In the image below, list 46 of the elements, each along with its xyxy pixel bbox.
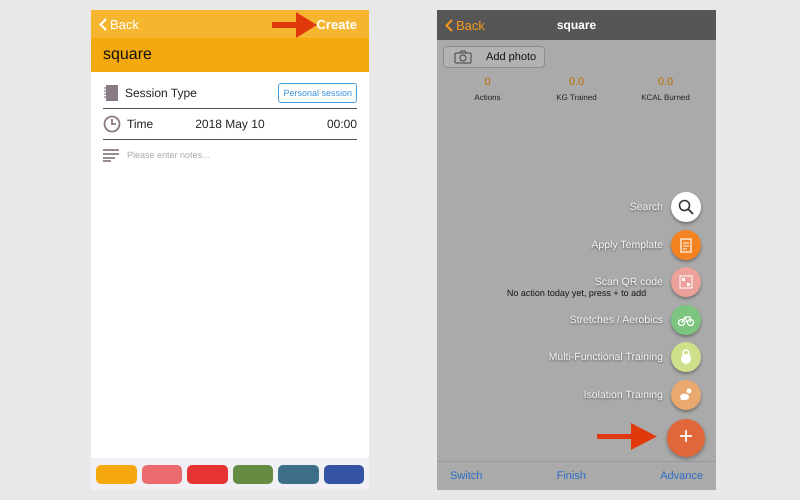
qr-code-icon (677, 273, 695, 291)
menu-action-button[interactable] (671, 192, 701, 222)
notebook-icon (103, 84, 119, 102)
stat-value: 0.0 (658, 76, 674, 88)
page-title: square (103, 46, 152, 64)
camera-icon (454, 50, 472, 64)
add-photo-button[interactable]: Add photo (443, 46, 546, 68)
notes-field[interactable]: Please enter notes... (125, 149, 357, 161)
date-value[interactable]: 2018 May 10 (195, 117, 265, 131)
session-type-label: Session Type (125, 86, 197, 100)
time-value[interactable]: 00:00 (326, 117, 357, 131)
annotation-arrow (272, 12, 317, 38)
back-button[interactable]: Back (445, 18, 485, 32)
menu-label[interactable]: Apply Template (591, 238, 663, 250)
stat-label: KCAL Burned (641, 93, 690, 102)
clock-icon (103, 115, 121, 133)
menu-label[interactable]: Scan QR code (594, 276, 663, 288)
notes-icon (103, 148, 119, 162)
time-label: Time (127, 117, 154, 131)
toolbar-button[interactable]: Finish (556, 470, 586, 482)
menu-label[interactable]: Stretches / Aerobics (570, 314, 663, 326)
toolbar-button[interactable]: Advance (660, 470, 703, 482)
color-swatch[interactable] (187, 464, 228, 484)
menu-label[interactable]: Search (630, 201, 663, 213)
page-title: square (556, 18, 596, 32)
chevron-icon (445, 18, 453, 32)
stat-value: 0 (484, 76, 491, 88)
color-swatch[interactable] (142, 464, 182, 484)
add-button[interactable]: + (667, 419, 705, 457)
annotation-arrow (597, 423, 657, 450)
stat-label: Actions (474, 93, 501, 102)
stat-label: KG Trained (556, 93, 597, 102)
toolbar-button[interactable]: Switch (450, 470, 482, 482)
menu-label[interactable]: Isolation Training (584, 388, 663, 400)
back-button[interactable]: Back (99, 16, 139, 32)
session-type-chip[interactable]: Personal session (278, 83, 357, 103)
color-swatch[interactable] (232, 464, 273, 484)
chevron-icon (99, 18, 107, 30)
empty-message: No action today yet, press + to add (506, 288, 648, 298)
stat-value: 0.0 (568, 76, 584, 88)
menu-label[interactable]: Multi-Functional Training (548, 351, 663, 363)
color-swatch[interactable] (278, 464, 318, 484)
color-swatch[interactable] (96, 464, 136, 484)
color-swatch[interactable] (324, 464, 364, 484)
search-icon (677, 198, 695, 216)
create-button[interactable]: Create (316, 16, 357, 32)
